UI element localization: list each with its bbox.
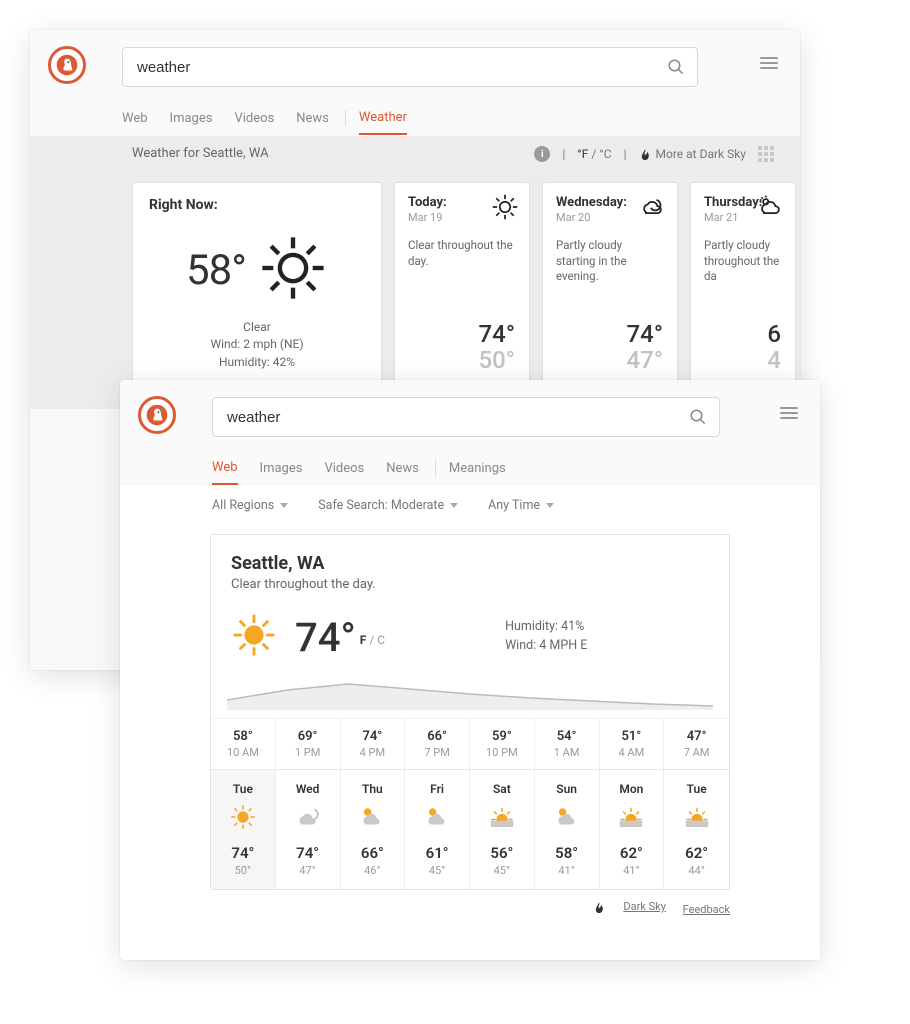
tab-meanings[interactable]: Meanings [449, 461, 506, 476]
current-condition: Clear [149, 319, 365, 336]
weather-icon [552, 817, 582, 836]
hourly-sparkline [227, 676, 713, 710]
location: Seattle, WA [211, 553, 729, 574]
topbar [120, 380, 820, 450]
duckduckgo-logo[interactable] [48, 46, 86, 84]
daily-forecast: Tue74°50°Wed74°47°Thu66°46°Fri61°45°Sat5… [211, 769, 729, 889]
weather-icon [422, 817, 452, 836]
weather-icon [357, 817, 387, 836]
hour-cell[interactable]: 58°10 AM [211, 719, 276, 769]
day-cell[interactable]: Fri61°45° [405, 770, 470, 889]
day-cell[interactable]: Wed74°47° [276, 770, 341, 889]
cloud-sun-icon [757, 193, 785, 225]
weather-icon [293, 817, 323, 836]
current-temp: 58° [186, 246, 246, 295]
hour-cell[interactable]: 66°7 PM [405, 719, 470, 769]
sun-icon [231, 612, 277, 662]
current-meta: Humidity: 41% Wind: 4 MPH E [505, 618, 587, 656]
hour-cell[interactable]: 51°4 AM [600, 719, 665, 769]
grid-icon[interactable] [758, 146, 774, 162]
forecast-day-card[interactable]: Wednesday: Mar 20 Partly cloudy starting… [542, 182, 678, 387]
tab-web[interactable]: Web [212, 460, 238, 485]
weather-icon [682, 817, 712, 836]
search-tabs: Web Images Videos News Meanings [120, 450, 820, 486]
dark-sky-link[interactable]: Dark Sky [593, 900, 666, 913]
day-cell[interactable]: Tue62°44° [664, 770, 729, 889]
forecast-row: Right Now: 58° Clear Wind: 2 mph (NE) Hu… [30, 168, 800, 409]
search-button[interactable] [677, 408, 719, 426]
time-filter[interactable]: Any Time [488, 498, 554, 513]
day-cell[interactable]: Tue74°50° [211, 770, 276, 889]
current-temp: 74° [295, 614, 356, 661]
weather-icon [487, 817, 517, 836]
hour-cell[interactable]: 47°7 AM [664, 719, 729, 769]
unit-toggle[interactable]: °F / °C [577, 147, 611, 161]
search-box [122, 47, 698, 87]
day-cell[interactable]: Thu66°46° [341, 770, 406, 889]
widget-footer: Dark Sky Feedback [120, 890, 820, 916]
tab-weather[interactable]: Weather [359, 110, 407, 135]
region-filter[interactable]: All Regions [212, 498, 288, 513]
search-box [212, 397, 720, 437]
search-input[interactable] [123, 59, 655, 76]
search-tabs: Web Images Videos News Weather [30, 100, 800, 136]
forecast-day-card[interactable]: Today: Mar 19 Clear throughout the day. … [394, 182, 530, 387]
sun-icon [491, 193, 519, 225]
right-now-label: Right Now: [149, 197, 365, 213]
menu-icon[interactable] [760, 54, 778, 72]
tab-news[interactable]: News [296, 111, 329, 126]
tab-images[interactable]: Images [260, 461, 303, 476]
cloud-moon-icon [639, 193, 667, 225]
tab-web[interactable]: Web [122, 111, 148, 126]
feedback-link[interactable]: Feedback [683, 903, 730, 916]
day-cell[interactable]: Sat56°45° [470, 770, 535, 889]
tab-news[interactable]: News [386, 461, 419, 476]
weather-heading: Weather for Seattle, WA [132, 146, 269, 161]
hour-cell[interactable]: 69°1 PM [276, 719, 341, 769]
weather-icon [616, 817, 646, 836]
menu-icon[interactable] [780, 404, 798, 422]
sun-icon [258, 233, 328, 307]
current-conditions-card: Right Now: 58° Clear Wind: 2 mph (NE) Hu… [132, 182, 382, 387]
day-cell[interactable]: Sun58°41° [535, 770, 600, 889]
current-wind: Wind: 2 mph (NE) [149, 336, 365, 353]
topbar [30, 30, 800, 100]
tab-videos[interactable]: Videos [324, 461, 364, 476]
forecast-day-card[interactable]: Thursday: Mar 21 Partly cloudy throughou… [690, 182, 796, 387]
hour-cell[interactable]: 54°1 AM [535, 719, 600, 769]
unit-toggle[interactable]: F / C [360, 633, 385, 647]
dark-sky-link[interactable]: More at Dark Sky [639, 147, 746, 161]
day-cell[interactable]: Mon62°41° [600, 770, 665, 889]
summary-text: Clear throughout the day. [211, 574, 729, 592]
hourly-forecast: 58°10 AM69°1 PM74°4 PM66°7 PM59°10 PM54°… [211, 718, 729, 769]
info-icon[interactable]: i [534, 146, 550, 162]
weather-new-module: Web Images Videos News Meanings All Regi… [120, 380, 820, 960]
filter-bar: All Regions Safe Search: Moderate Any Ti… [120, 486, 820, 524]
search-button[interactable] [655, 58, 697, 76]
weather-widget: Seattle, WA Clear throughout the day. 74… [210, 534, 730, 890]
tab-images[interactable]: Images [170, 111, 213, 126]
weather-subheader: Weather for Seattle, WA i | °F / °C | Mo… [30, 136, 800, 168]
weather-icon [228, 817, 258, 836]
search-input[interactable] [213, 409, 677, 426]
duckduckgo-logo[interactable] [138, 396, 176, 434]
hour-cell[interactable]: 59°10 PM [470, 719, 535, 769]
current-humidity: Humidity: 42% [149, 354, 365, 371]
hour-cell[interactable]: 74°4 PM [341, 719, 406, 769]
tab-videos[interactable]: Videos [234, 111, 274, 126]
safesearch-filter[interactable]: Safe Search: Moderate [318, 498, 458, 513]
